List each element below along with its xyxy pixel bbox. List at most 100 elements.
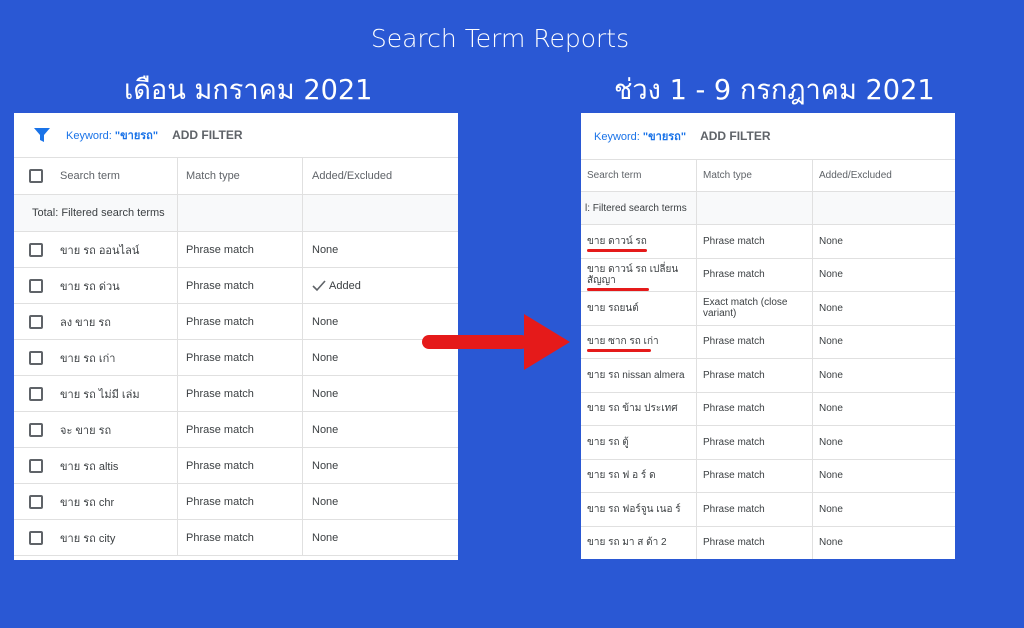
match-type: Phrase match xyxy=(697,493,813,526)
add-filter-button[interactable]: ADD FILTER xyxy=(700,129,770,143)
added-excluded[interactable]: None xyxy=(813,359,955,392)
status-label: None xyxy=(312,243,339,256)
match-type: Phrase match xyxy=(178,520,303,555)
highlight-underline xyxy=(587,349,651,353)
search-term: จะ ขาย รถ xyxy=(60,424,112,437)
table-header: Search term Match type Added/Excluded xyxy=(581,160,955,192)
table-row[interactable]: ขาย รถ ไม่มี เล่ม Phrase match None xyxy=(14,376,458,412)
header-search-term[interactable]: Search term xyxy=(581,160,697,191)
match-type: Phrase match xyxy=(178,412,303,447)
main-title: Search Term Reports xyxy=(370,24,630,53)
added-excluded[interactable]: None xyxy=(813,527,955,560)
table-row[interactable]: ขาย รถ chr Phrase match None xyxy=(14,484,458,520)
match-type: Phrase match xyxy=(178,376,303,411)
match-type: Phrase match xyxy=(697,258,813,291)
keyword-prefix: Keyword: xyxy=(66,130,115,142)
added-excluded[interactable]: None xyxy=(813,225,955,258)
search-term: ขาย รถ ฟ อ ร์ ด xyxy=(587,470,656,482)
keyword-filter-chip[interactable]: Keyword: "ขายรถ" xyxy=(66,126,158,144)
search-term: ขาย รถ เก่า xyxy=(60,352,116,365)
check-icon xyxy=(312,279,326,291)
table-row[interactable]: ขาย ดาวน์ รถ เปลี่ยน สัญญา Phrase match No… xyxy=(581,258,955,292)
header-match-type[interactable]: Match type xyxy=(178,158,303,194)
table-row[interactable]: ขาย รถ มา ส ด้า 2 Phrase match None xyxy=(581,526,955,560)
row-checkbox[interactable] xyxy=(29,422,43,437)
table-row[interactable]: ขาย รถ ด่วน Phrase match Added xyxy=(14,268,458,304)
header-added-excluded[interactable]: Added/Excluded xyxy=(303,158,456,194)
search-term: ขาย รถ nissan almera xyxy=(587,369,685,381)
keyword-filter-chip[interactable]: Keyword: "ขายรถ" xyxy=(594,127,686,145)
row-checkbox[interactable] xyxy=(29,350,43,365)
row-checkbox[interactable] xyxy=(29,242,43,257)
match-type: Exact match (close variant) xyxy=(697,292,813,325)
right-report-panel: Keyword: "ขายรถ" ADD FILTER Search term … xyxy=(581,113,955,559)
search-term: ขาย ซาก รถ เก่า xyxy=(587,336,659,348)
filter-bar: Keyword: "ขายรถ" ADD FILTER xyxy=(14,113,458,158)
search-term: ขาย รถ ด่วน xyxy=(60,280,120,293)
added-excluded[interactable]: None xyxy=(303,376,456,411)
row-checkbox[interactable] xyxy=(29,278,43,293)
row-checkbox[interactable] xyxy=(29,386,43,401)
status-label: None xyxy=(312,387,339,400)
row-checkbox[interactable] xyxy=(29,494,43,509)
table-header: Search term Match type Added/Excluded xyxy=(14,158,458,195)
table-row[interactable]: ขาย รถ ฟ อ ร์ ด Phrase match None xyxy=(581,459,955,493)
header-match-type[interactable]: Match type xyxy=(697,160,813,191)
match-type: Phrase match xyxy=(697,426,813,459)
match-type: Phrase match xyxy=(697,325,813,358)
header-search-term[interactable]: Search term xyxy=(14,158,178,194)
row-checkbox[interactable] xyxy=(29,530,43,545)
match-type: Phrase match xyxy=(697,359,813,392)
added-excluded[interactable]: None xyxy=(813,393,955,426)
keyword-value: "ขายรถ" xyxy=(114,130,159,142)
search-term: ขาย ดาวน์ รถ xyxy=(587,235,647,247)
header-added-excluded[interactable]: Added/Excluded xyxy=(813,160,955,191)
row-checkbox[interactable] xyxy=(29,314,43,329)
add-filter-button[interactable]: ADD FILTER xyxy=(172,128,242,142)
added-excluded[interactable]: Added xyxy=(303,268,456,303)
added-excluded[interactable]: None xyxy=(813,292,955,325)
search-term: ขาย รถ city xyxy=(60,532,116,545)
added-excluded[interactable]: None xyxy=(813,326,955,359)
table-row[interactable]: ขาย รถ ออนไลน์ Phrase match None xyxy=(14,232,458,268)
added-excluded[interactable]: None xyxy=(813,493,955,526)
table-row[interactable]: ขาย รถ nissan almera Phrase match None xyxy=(581,359,955,393)
status-label: None xyxy=(312,459,339,472)
match-type: Phrase match xyxy=(697,392,813,425)
select-all-checkbox[interactable] xyxy=(29,169,43,183)
right-arrow-icon xyxy=(422,314,570,370)
table-row[interactable]: ขาย รถ ข้าม ประเทศ Phrase match None xyxy=(581,392,955,426)
added-excluded[interactable]: None xyxy=(303,412,456,447)
table-row[interactable]: ขาย รถยนต์ Exact match (close variant) Non… xyxy=(581,292,955,326)
added-excluded[interactable]: None xyxy=(303,484,456,519)
added-excluded[interactable]: None xyxy=(813,460,955,493)
match-type: Phrase match xyxy=(178,484,303,519)
table-row[interactable]: ขาย รถ altis Phrase match None xyxy=(14,448,458,484)
row-checkbox[interactable] xyxy=(29,458,43,473)
search-term: ขาย รถ ออนไลน์ xyxy=(60,244,140,257)
match-type: Phrase match xyxy=(697,526,813,559)
table-row[interactable]: ขาย รถ city Phrase match None xyxy=(14,520,458,556)
table-row[interactable]: ขาย ซาก รถ เก่า Phrase match None xyxy=(581,325,955,359)
left-report-panel: Keyword: "ขายรถ" ADD FILTER Search term … xyxy=(14,113,458,560)
match-type: Phrase match xyxy=(178,448,303,483)
search-term: ขาย รถ altis xyxy=(60,460,119,473)
added-excluded[interactable]: None xyxy=(303,448,456,483)
added-excluded[interactable]: None xyxy=(813,259,955,292)
match-type: Phrase match xyxy=(697,225,813,258)
search-term: ขาย รถยนต์ xyxy=(587,302,639,314)
table-row[interactable]: ขาย รถ เก่า Phrase match None xyxy=(14,340,458,376)
search-term: ขาย รถ chr xyxy=(60,496,115,509)
table-row[interactable]: ลง ขาย รถ Phrase match None xyxy=(14,304,458,340)
total-row: Total: Filtered search terms xyxy=(14,195,458,232)
added-excluded[interactable]: None xyxy=(813,426,955,459)
added-excluded[interactable]: None xyxy=(303,520,456,555)
table-row[interactable]: ขาย รถ ฟอร์จูน เนอ ร์ Phrase match None xyxy=(581,493,955,527)
table-row[interactable]: จะ ขาย รถ Phrase match None xyxy=(14,412,458,448)
filter-icon[interactable] xyxy=(34,128,50,142)
match-type: Phrase match xyxy=(178,232,303,267)
added-excluded[interactable]: None xyxy=(303,232,456,267)
table-row[interactable]: ขาย รถ ตู้ Phrase match None xyxy=(581,426,955,460)
table-row[interactable]: ขาย ดาวน์ รถ Phrase match None xyxy=(581,225,955,259)
search-term: ขาย รถ ฟอร์จูน เนอ ร์ xyxy=(587,503,681,515)
